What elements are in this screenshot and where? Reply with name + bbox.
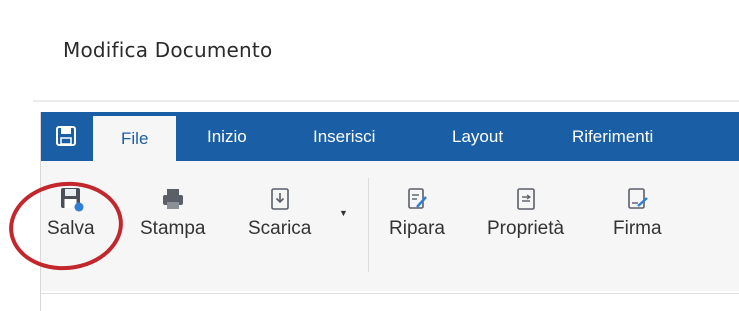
download-button[interactable]: Scarica [248, 186, 311, 240]
download-label: Scarica [248, 218, 312, 239]
edit-document-icon [408, 188, 427, 209]
tab-layout[interactable]: Layout [452, 112, 503, 161]
print-button[interactable]: Stampa [140, 186, 205, 240]
sign-button[interactable]: Firma [613, 186, 662, 240]
properties-button[interactable]: Proprietà [487, 186, 564, 240]
tab-file[interactable]: File [93, 116, 177, 161]
repair-label: Ripara [389, 218, 445, 239]
print-label: Stampa [140, 218, 206, 239]
properties-label: Proprietà [487, 218, 565, 239]
repair-button[interactable]: Ripara [389, 186, 445, 240]
properties-icon [516, 188, 535, 210]
save-icon[interactable] [55, 125, 77, 147]
download-icon [270, 188, 289, 210]
page-title: Modifica Documento [63, 38, 273, 62]
tab-riferimenti[interactable]: Riferimenti [572, 112, 653, 161]
toolbar-divider [41, 293, 739, 294]
tab-inserisci[interactable]: Inserisci [313, 112, 375, 161]
chevron-down-icon[interactable]: ▼ [339, 208, 348, 218]
sign-icon [628, 188, 649, 209]
sign-label: Firma [613, 218, 662, 239]
header-divider [33, 100, 739, 102]
printer-icon [162, 189, 183, 209]
ribbon-tabbar: File Inizio Inserisci Layout Riferimenti [41, 112, 739, 161]
tab-inizio[interactable]: Inizio [207, 112, 247, 161]
toolbar-separator [368, 178, 369, 272]
